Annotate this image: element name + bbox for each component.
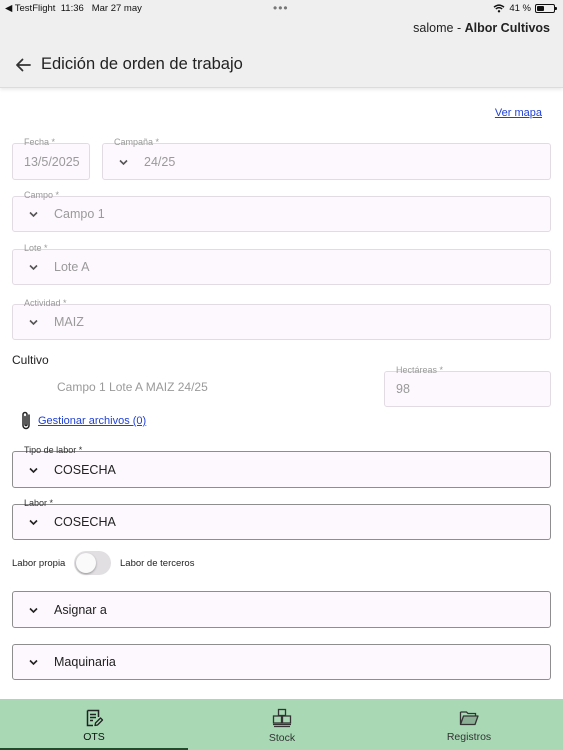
nav-item-ots[interactable]: OTS: [0, 699, 188, 750]
fecha-field[interactable]: Fecha * 13/5/2025: [12, 137, 90, 180]
labor-field[interactable]: Labor * COSECHA: [12, 498, 551, 540]
nav-label-stock: Stock: [268, 732, 296, 744]
tipo-labor-value: COSECHA: [54, 462, 116, 477]
actividad-value: MAIZ: [54, 315, 84, 329]
status-right: 41 %: [493, 3, 557, 14]
maquinaria-field[interactable]: Maquinaria: [12, 644, 551, 680]
chevron-down-icon: [29, 519, 38, 526]
asignar-field[interactable]: Asignar a: [12, 591, 551, 628]
status-date: Mar 27 may: [91, 3, 142, 14]
user-separator: -: [453, 21, 465, 35]
battery-percent: 41 %: [509, 3, 531, 14]
labor-terceros-label: Labor de terceros: [120, 558, 195, 569]
status-bar: ◀ TestFlight 11:36 Mar 27 may ••• 41 %: [0, 0, 563, 16]
paperclip-icon[interactable]: [18, 410, 34, 432]
back-to-app[interactable]: ◀ TestFlight: [5, 3, 55, 14]
actividad-field[interactable]: Actividad * MAIZ: [12, 298, 551, 340]
cultivo-value: Campo 1 Lote A MAIZ 24/25: [57, 380, 208, 394]
maquinaria-placeholder: Maquinaria: [54, 655, 116, 669]
labor-value: COSECHA: [54, 515, 116, 529]
app-header: ◀ TestFlight 11:36 Mar 27 may ••• 41 % s…: [0, 0, 563, 88]
nav-label-registros: Registros: [446, 731, 492, 743]
battery-icon: [535, 4, 557, 13]
cultivo-label: Cultivo: [12, 353, 49, 367]
chevron-down-icon: [29, 607, 38, 613]
chevron-down-icon: [29, 467, 38, 473]
hectareas-field[interactable]: Hectáreas * 98: [384, 365, 551, 407]
campo-field[interactable]: Campo * Campo 1: [12, 190, 551, 232]
chevron-down-icon: [29, 659, 38, 666]
labor-toggle-row: Labor propia Labor de terceros: [12, 551, 252, 575]
switch-knob: [76, 553, 96, 573]
asignar-placeholder: Asignar a: [54, 602, 107, 617]
labor-propia-label: Labor propia: [12, 558, 66, 569]
gestionar-archivos-link[interactable]: Gestionar archivos (0): [38, 415, 146, 427]
nav-item-stock[interactable]: Stock: [188, 699, 376, 750]
status-left: ◀ TestFlight 11:36 Mar 27 may: [5, 3, 142, 14]
nav-item-registros[interactable]: Registros: [375, 699, 563, 750]
company-name: Albor Cultivos: [464, 21, 550, 35]
status-time: 11:36: [60, 3, 84, 14]
campo-value: Campo 1: [54, 207, 105, 221]
campana-field[interactable]: Campaña * 24/25: [102, 137, 551, 180]
chevron-down-icon: [29, 211, 38, 218]
wifi-icon: [493, 4, 505, 13]
document-edit-icon: [86, 709, 104, 727]
fecha-value: 13/5/2025: [24, 154, 80, 169]
back-arrow-icon[interactable]: [12, 54, 34, 76]
chevron-down-icon: [29, 264, 38, 271]
tipo-labor-field[interactable]: Tipo de labor * COSECHA: [12, 445, 551, 488]
lote-label: Lote *: [24, 243, 48, 253]
folder-open-icon: [459, 711, 479, 726]
nav-label-ots: OTS: [83, 731, 105, 743]
hectareas-value: 98: [396, 382, 410, 396]
chevron-down-icon: [29, 319, 38, 326]
chevron-down-icon: [119, 159, 128, 165]
user-name: salome: [413, 21, 454, 35]
boxes-icon: [272, 708, 292, 728]
page-title: Edición de orden de trabajo: [41, 55, 243, 73]
multitask-dots[interactable]: •••: [273, 1, 289, 15]
labor-label: Labor *: [24, 498, 54, 508]
user-line: salome - Albor Cultivos: [413, 21, 550, 35]
labor-terceros-switch[interactable]: [74, 551, 111, 575]
lote-value: Lote A: [54, 260, 90, 274]
bottom-nav: OTS Stock Registros: [0, 699, 563, 750]
lote-field[interactable]: Lote * Lote A: [12, 243, 551, 285]
campana-value: 24/25: [144, 154, 176, 169]
ver-mapa-link[interactable]: Ver mapa: [495, 107, 542, 119]
